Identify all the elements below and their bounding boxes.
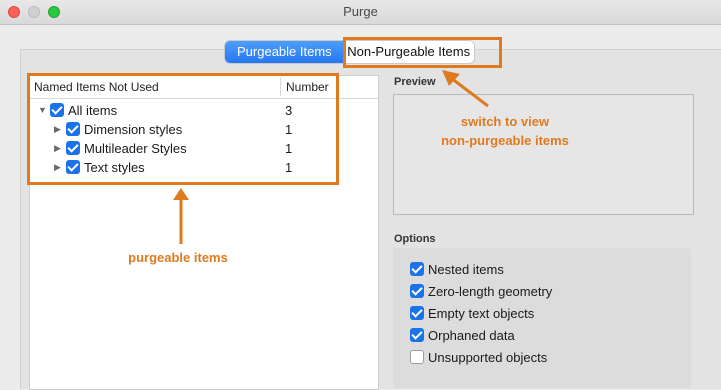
option-label: Unsupported objects — [428, 350, 548, 365]
options-label: Options — [394, 233, 436, 245]
option-label: Orphaned data — [428, 328, 515, 343]
checkbox-unsupported-objects[interactable] — [410, 350, 424, 364]
annotation-arrow-up-icon — [173, 188, 189, 244]
checkbox-empty-text-objects[interactable] — [410, 306, 424, 320]
preview-label: Preview — [394, 76, 436, 88]
annotation-tab-box — [343, 37, 502, 68]
checkbox-nested-items[interactable] — [410, 262, 424, 276]
title-bar: Purge — [0, 0, 721, 25]
option-label: Nested items — [428, 262, 504, 277]
preview-area — [393, 94, 694, 215]
checkbox-orphaned-data[interactable] — [410, 328, 424, 342]
checkbox-zero-length-geometry[interactable] — [410, 284, 424, 298]
annotation-switch-line2: non-purgeable items — [441, 133, 569, 148]
annotation-arrow-diagonal-icon — [442, 70, 489, 108]
option-label: Zero-length geometry — [428, 284, 553, 299]
tab-purgeable-items[interactable]: Purgeable Items — [225, 41, 344, 63]
annotation-purgeable-box — [27, 73, 339, 185]
annotation-purgeable-items: purgeable items — [128, 250, 228, 265]
window-title: Purge — [343, 4, 378, 19]
annotation-switch-line1: switch to view — [460, 114, 550, 129]
option-label: Empty text objects — [428, 306, 535, 321]
